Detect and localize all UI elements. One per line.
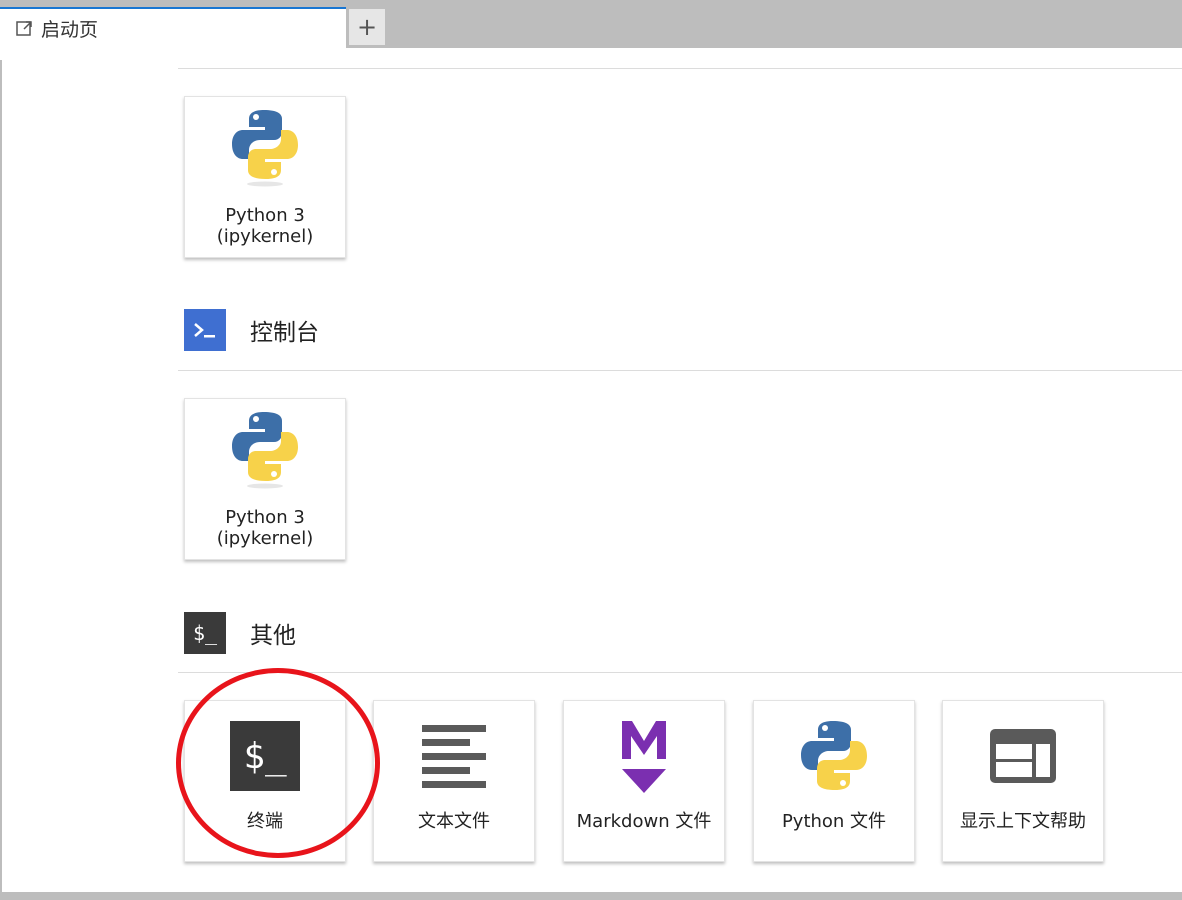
card-label: Python 3 (ipykernel) [185,507,345,549]
card-label-line2: (ipykernel) [216,226,314,247]
card-label: Markdown 文件 [576,811,712,832]
terminal-icon: $_ [184,612,226,654]
other-section-divider [178,672,1182,673]
console-section-title: 控制台 [250,320,319,346]
card-label-line2: (ipykernel) [216,528,314,549]
card-label-line1: Python 3 [225,507,305,528]
python-logo-icon [229,107,301,187]
bottom-border [0,892,1182,900]
card-label: 终端 [247,811,283,832]
card-label-line1: Python 3 [225,205,305,226]
console-python3-card[interactable]: Python 3 (ipykernel) [184,398,346,560]
console-section-divider [178,370,1182,371]
tab-launcher[interactable]: 启动页 [0,7,346,48]
card-label: 显示上下文帮助 [960,811,1086,832]
context-help-card[interactable]: 显示上下文帮助 [942,700,1104,862]
add-tab-button[interactable]: + [348,8,386,46]
other-section-header: $_ 其他 [184,612,296,654]
card-label: Python 文件 [781,811,887,832]
markdown-icon [619,717,669,795]
text-file-card[interactable]: 文本文件 [373,700,535,862]
text-file-icon [421,723,487,789]
notebook-section-divider [178,68,1182,69]
tab-label: 启动页 [41,19,99,41]
notebook-python3-card[interactable]: Python 3 (ipykernel) [184,96,346,258]
card-label: 文本文件 [418,811,490,832]
tab-bar: 启动页 + [0,0,1182,48]
tab-underline [0,48,1182,60]
context-help-icon [988,727,1058,785]
terminal-card[interactable]: $_ 终端 [184,700,346,862]
card-label: Python 3 (ipykernel) [185,205,345,247]
python-logo-icon [798,719,870,793]
console-icon [184,309,226,351]
launcher-icon [16,20,33,37]
markdown-file-card[interactable]: Markdown 文件 [563,700,725,862]
python-logo-icon [229,409,301,489]
python-file-card[interactable]: Python 文件 [753,700,915,862]
other-section-title: 其他 [250,623,296,649]
terminal-icon: $_ [230,721,300,791]
console-section-header: 控制台 [184,309,319,351]
